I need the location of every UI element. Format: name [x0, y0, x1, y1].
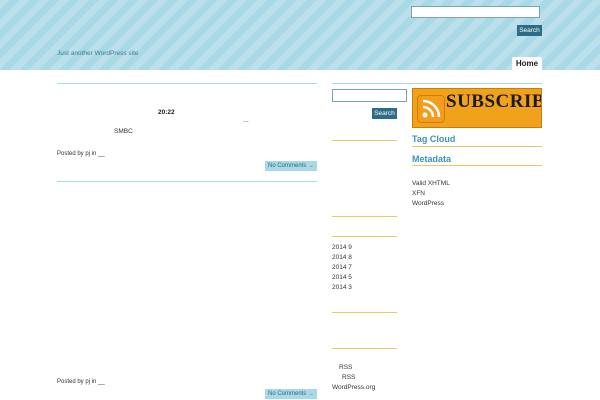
wordpress-org-link[interactable]: WordPress.org — [332, 384, 375, 391]
post-title[interactable]: 20:22 — [158, 109, 175, 116]
valid-xhtml-link[interactable]: Valid XHTML — [412, 180, 450, 187]
archive-link[interactable]: 2014 9 — [332, 244, 352, 251]
widget-divider — [412, 165, 542, 166]
rss-icon — [417, 95, 445, 123]
subscribe-text: SUBSCRIBE — [446, 91, 541, 112]
post-meta: Posted by pj in __ — [57, 379, 105, 385]
post-excerpt: SMBC — [114, 128, 133, 135]
widget-divider — [332, 216, 397, 217]
rss-comments-link[interactable]: RSS — [342, 374, 355, 381]
no-comments-link[interactable]: No Comments → — [265, 389, 317, 399]
site-tagline: Just another WordPress site — [57, 50, 139, 57]
nav-home[interactable]: Home — [512, 57, 542, 70]
header-search-button[interactable]: Search — [517, 25, 542, 36]
archive-link[interactable]: 2014 8 — [332, 254, 352, 261]
no-comments-link[interactable]: No Comments → — [265, 161, 317, 171]
header-search-input[interactable] — [411, 6, 540, 18]
sidebar-search-input[interactable] — [332, 89, 407, 102]
tag-cloud-heading: Tag Cloud — [412, 134, 456, 144]
metadata-heading: Metadata — [412, 154, 452, 164]
widget-divider — [412, 146, 542, 147]
post-meta: Posted by pj in __ — [57, 151, 105, 157]
xfn-link[interactable]: XFN — [412, 190, 425, 197]
widget-divider — [332, 312, 397, 313]
widget-divider — [332, 236, 397, 237]
content-divider — [57, 83, 317, 84]
archive-link[interactable]: 2014 5 — [332, 274, 352, 281]
widget-divider — [332, 348, 397, 349]
wordpress-link[interactable]: WordPress — [412, 200, 444, 207]
archive-link[interactable]: 2014 3 — [332, 284, 352, 291]
rss-link[interactable]: RSS — [339, 364, 352, 371]
archive-link[interactable]: 2014 7 — [332, 264, 352, 271]
subscribe-banner[interactable]: SUBSCRIBE — [412, 88, 542, 128]
widget-divider — [332, 140, 397, 141]
sidebar-divider — [332, 83, 542, 84]
sidebar-search-button[interactable]: Search — [372, 108, 397, 119]
post-ellipsis: ... — [243, 117, 249, 124]
post-divider — [57, 181, 317, 182]
